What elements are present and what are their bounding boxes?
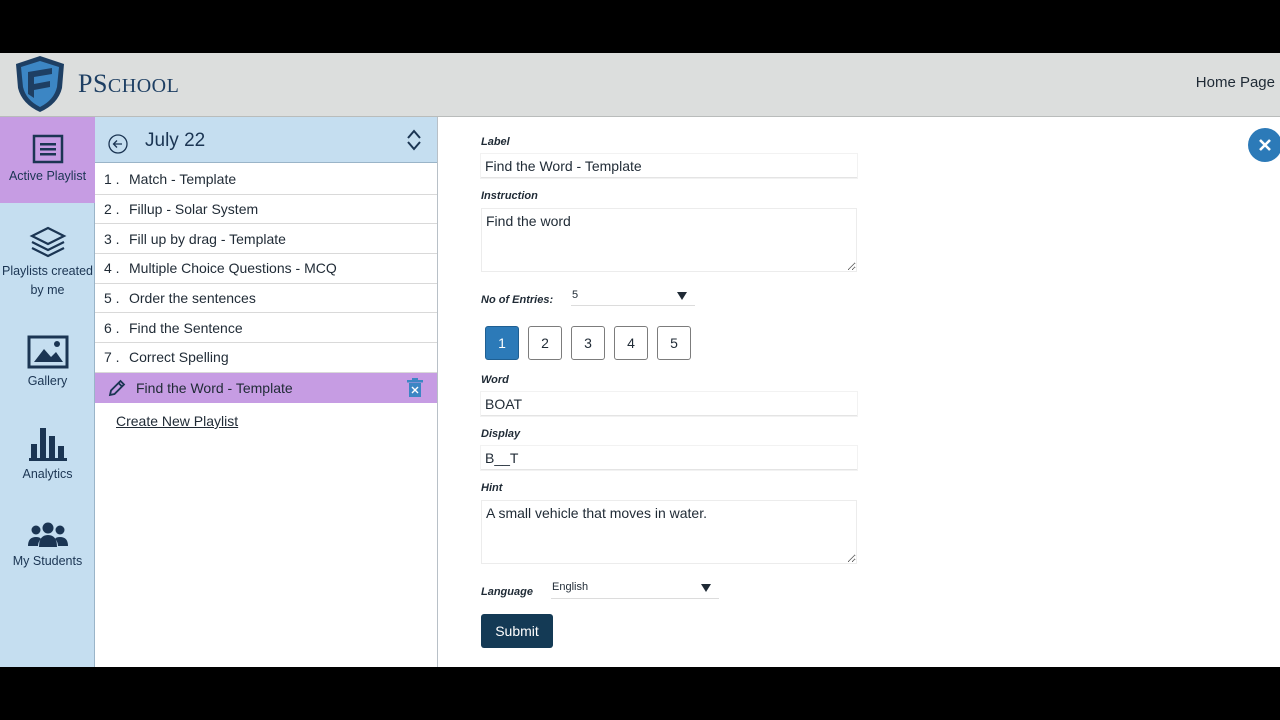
nav-active-playlist[interactable]: Active Playlist [0,117,95,203]
left-sidebar: Active Playlist Playlists created by me … [0,117,95,667]
instruction-field-title: Instruction [481,190,538,202]
playlist-item[interactable]: 4 . Multiple Choice Questions - MCQ [95,254,437,284]
playlist-title: July 22 [145,130,206,151]
home-page-link[interactable]: Home Page [1196,74,1275,91]
language-select[interactable]: English [551,580,719,599]
entry-button-4[interactable]: 4 [614,326,648,360]
brand-name: PSCHOOL [78,69,180,98]
word-input[interactable] [481,392,857,416]
nav-label: Playlists created by me [1,264,93,297]
entry-button-3[interactable]: 3 [571,326,605,360]
sort-icon[interactable] [406,129,422,151]
language-select-value: English [552,581,589,593]
playlist-item[interactable]: 7 . Correct Spelling [95,343,437,373]
nav-analytics[interactable]: Analytics [0,424,95,484]
bar-chart-icon [28,428,67,461]
playlist-item[interactable]: 2 . Fillup - Solar System [95,195,437,225]
layers-icon [29,226,66,258]
submit-button[interactable]: Submit [481,614,553,648]
entry-button-1[interactable]: 1 [485,326,519,360]
shield-logo-icon [16,56,64,112]
nav-label: My Students [12,554,83,568]
hint-field-title: Hint [481,482,503,494]
playlist-item[interactable]: 5 . Order the sentences [95,284,437,314]
playlist-item[interactable]: 3 . Fill up by drag - Template [95,224,437,255]
playlist-panel: July 22 1 . Match - Template 2 . Fillup - … [95,117,438,667]
playlist-header: July 22 [95,117,437,163]
nav-playlists-created[interactable]: Playlists created by me [0,225,95,300]
nav-label: Analytics [22,467,73,481]
create-new-playlist-link[interactable]: Create New Playlist [116,413,238,429]
language-field-title: Language [481,586,533,598]
playlist-item[interactable]: 6 . Find the Sentence [95,313,437,344]
users-icon [27,522,68,547]
entries-select[interactable]: 5 [571,288,695,306]
nav-gallery[interactable]: Gallery [0,335,95,391]
app-window: PSCHOOL Home Page Active Playlist Playli… [0,53,1280,667]
instruction-textarea[interactable]: Find the word [481,208,857,272]
chevron-down-icon [677,292,687,300]
playlist-items: 1 . Match - Template 2 . Fillup - Solar Sy… [95,165,437,403]
entry-button-2[interactable]: 2 [528,326,562,360]
entries-field-title: No of Entries: [481,294,554,306]
hint-textarea[interactable]: A small vehicle that moves in water. [481,500,857,564]
delete-icon[interactable] [405,377,425,398]
close-button[interactable] [1248,128,1280,162]
nav-my-students[interactable]: My Students [0,521,95,571]
entry-buttons: 1 2 3 4 5 [485,326,691,360]
active-item-label: Find the Word - Template [136,379,293,396]
entries-select-value: 5 [572,289,579,301]
nav-label: Gallery [27,374,68,388]
display-input[interactable] [481,446,857,470]
label-field-title: Label [481,136,510,148]
chevron-down-icon [701,584,711,592]
entry-button-5[interactable]: 5 [657,326,691,360]
back-arrow-icon[interactable] [108,134,128,154]
label-input[interactable] [481,154,857,178]
display-field-title: Display [481,428,521,440]
image-icon [27,335,68,369]
nav-label: Active Playlist [8,169,87,183]
playlist-item[interactable]: 1 . Match - Template [95,165,437,195]
activity-form: Label Instruction Find the word No of En… [438,117,1280,667]
top-header: PSCHOOL Home Page [0,53,1280,117]
playlist-item-active[interactable]: Find the Word - Template [95,372,437,403]
pencil-icon[interactable] [107,378,127,398]
close-icon [1259,139,1271,151]
word-field-title: Word [481,374,509,386]
list-icon [32,134,63,164]
